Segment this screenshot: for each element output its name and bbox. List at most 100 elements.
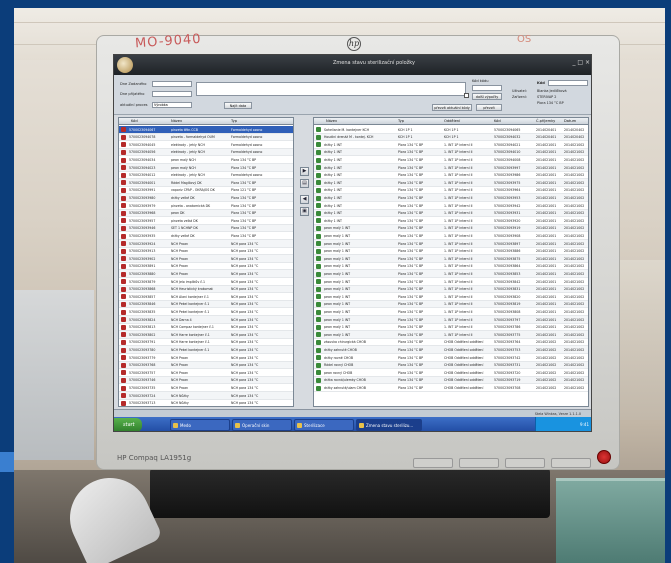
table-row[interactable]: pean malý 1 INT Plora 134 °C BP 1. INT 1P … — [314, 331, 588, 339]
table-row[interactable]: pean malý 1 INT Plora 134 °C BP 1. INT 1P … — [314, 316, 588, 324]
table-row[interactable]: 5700023093880 NCH Proan NCH para 134 °C — [119, 270, 293, 278]
col-r-code[interactable]: Kód — [494, 119, 501, 123]
more-calc-button[interactable]: další výpočty — [472, 93, 502, 100]
receive-button[interactable]: převzít — [476, 104, 502, 111]
table-row[interactable]: Rádel rovný CHOB Plora 134 °C BP CHOB Oddě… — [314, 361, 588, 370]
table-row[interactable]: 5700023094023 pean malý NCH Plora 134 °C B… — [119, 164, 293, 172]
power-button[interactable] — [597, 450, 611, 464]
table-row[interactable]: 5700023094001 Rádel Magillový DK Plora 134… — [119, 179, 293, 187]
monitor-plus-button[interactable] — [505, 458, 545, 468]
process-select[interactable]: Výrobka — [152, 102, 192, 108]
table-row[interactable]: 5700023093713 NCH Nůžky NCH para 134 °C — [119, 400, 293, 406]
window-controls[interactable]: _ □ × — [572, 59, 590, 66]
barcode-input[interactable] — [472, 85, 502, 91]
task-zmena-stavu[interactable]: Zmena stavu sterilizu... — [356, 419, 422, 431]
table-row[interactable]: pean malý 1 INT Plora 134 °C BP 1. INT 1P … — [314, 263, 588, 271]
table-row[interactable]: 5700023093879 NCH Jelo implikův č.1 NCH pa… — [119, 278, 293, 286]
monitor-menu-button[interactable] — [413, 458, 453, 468]
table-row[interactable]: 5700023093946 SET 1 NCHNP DK Plora 134 °C … — [119, 224, 293, 233]
table-row[interactable]: 5700023093902 NCH Proan NCH para 134 °C — [119, 255, 293, 263]
table-row[interactable]: pean rovný CHOB Plora 134 °C BP CHOB Odděl… — [314, 369, 588, 377]
table-row[interactable]: pean malý 1 INT Plora 134 °C BP 1. INT 1P … — [314, 300, 588, 309]
table-row[interactable]: držky 1 INT Plora 134 °C BP 1. INT 1P inte… — [314, 164, 588, 172]
table-row[interactable]: 5700023094045 elektrody - jehly NCH Formal… — [119, 141, 293, 149]
table-row[interactable]: 5700023093979 pinzeta - anatomická DK Plor… — [119, 202, 293, 210]
date-received-input[interactable] — [152, 91, 192, 97]
table-row[interactable]: držky zahnuté/ulam CHOB Plora 134 °C BP CH… — [314, 384, 588, 392]
move-right-button[interactable]: ▶ — [300, 167, 309, 176]
col-r-receipt[interactable]: Č.příjemky — [536, 119, 555, 123]
table-row[interactable]: 5700023093746 NCH Proan NCH para 134 °C — [119, 376, 293, 385]
col-name[interactable]: Název — [171, 119, 182, 123]
task-sterilizace[interactable]: Sterilizace — [294, 419, 354, 431]
monitor-minus-button[interactable] — [459, 458, 499, 468]
col-r-type[interactable]: Typ — [398, 119, 404, 123]
table-row[interactable]: 5700023093813 NCH Compaz kontejner č.1 NCH… — [119, 324, 293, 332]
table-row[interactable]: zásuvka chirurgická CHOB Plora 134 °C BP C… — [314, 339, 588, 347]
table-row[interactable]: pean malý 1 INT Plora 134 °C BP 1. INT 1P … — [314, 240, 588, 248]
table-row[interactable]: 5700023093957 pinzeta velká DK Plora 134 °… — [119, 217, 293, 225]
task-operacni[interactable]: Operační skin — [232, 419, 292, 431]
table-row[interactable]: 5700023093924 NCH Proan NCH para 134 °C — [119, 240, 293, 248]
table-row[interactable]: 5700023093991 vaporiz CPAP - OKRAJOS DK Pl… — [119, 187, 293, 195]
table-row[interactable]: 5700023093980 držky velké DK Plora 134 °C … — [119, 194, 293, 202]
table-row[interactable]: držky 1 INT Plora 134 °C BP 1. INT 1P inte… — [314, 187, 588, 195]
col-r-name[interactable]: Název — [326, 119, 337, 123]
table-row[interactable]: držky 1 INT Plora 134 °C BP 1. INT 1P inte… — [314, 217, 588, 225]
table-row[interactable]: 5700023094034 pean malý NCH Plora 134 °C B… — [119, 156, 293, 164]
table-row[interactable]: pean malý 1 INT Plora 134 °C BP 1. INT 1P … — [314, 278, 588, 286]
table-row[interactable]: 5700023093768 NCH Proan NCH para 134 °C — [119, 361, 293, 370]
col-r-date[interactable]: Datum — [564, 119, 576, 123]
code-input[interactable] — [548, 80, 588, 86]
table-row[interactable]: 5700023094012 elektrody - jehly NCH Formal… — [119, 172, 293, 180]
dispatch-codes-button[interactable]: převzít aktuální kódy — [432, 104, 472, 111]
table-row[interactable]: 5700023093791 NCH Harre kontejner č.1 NCH … — [119, 339, 293, 347]
table-row[interactable]: 5700023093868 NCH Heuristický krokomat NCH… — [119, 285, 293, 294]
table-row[interactable]: pean malý 1 INT Plora 134 °C BP 1. INT 1P … — [314, 232, 588, 240]
table-row[interactable]: držky 1 INT Plora 134 °C BP 1. INT 1P inte… — [314, 209, 588, 218]
table-row[interactable]: 5700023094078 pinzeta - formaldehyd OUM Fo… — [119, 133, 293, 142]
table-row[interactable]: Houdini drenáž M - kontej. KCH KCH 1P 1 KC… — [314, 133, 588, 142]
table-row[interactable]: držky rovné CHOB Plora 134 °C BP CHOB Oddě… — [314, 354, 588, 362]
table-row[interactable]: 5700023093735 NCH Proan NCH para 134 °C — [119, 384, 293, 392]
table-row[interactable]: 5700023093724 NCH Nůžky NCH para 134 °C — [119, 392, 293, 400]
table-row[interactable]: pean malý 1 INT Plora 134 °C BP 1. INT 1P … — [314, 270, 588, 278]
find-data-button[interactable]: Najít data — [224, 102, 252, 109]
clock[interactable]: 9:41 — [580, 422, 589, 427]
table-row[interactable]: držky 1 INT Plora 134 °C BP 1. INT 1P inte… — [314, 172, 588, 180]
table-row[interactable]: pean malý 1 INT Plora 134 °C BP 1. INT 1P … — [314, 224, 588, 233]
table-row[interactable]: 5700023093780 NCH Pekel kontejner č.1 NCH … — [119, 346, 293, 354]
barcode-area[interactable] — [196, 82, 466, 96]
table-row[interactable]: pean malý 1 INT Plora 134 °C BP 1. INT 1P … — [314, 248, 588, 256]
table-row[interactable]: 5700023093824 NCH Darna 4 NCH para 134 °C — [119, 316, 293, 324]
monitor-auto-button[interactable] — [551, 458, 591, 468]
table-row[interactable]: pean malý 1 INT Plora 134 °C BP 1. INT 1P … — [314, 285, 588, 294]
show-checkbox[interactable] — [464, 93, 469, 98]
table-row[interactable]: pean malý 1 INT Plora 134 °C BP 1. INT 1P … — [314, 293, 588, 301]
table-row[interactable]: pean malý 1 INT Plora 134 °C BP 1. INT 1P … — [314, 255, 588, 263]
table-row[interactable]: 5700023093891 NCH Proan NCH para 134 °C — [119, 263, 293, 271]
table-row[interactable]: 5700023093757 NCH Proan NCH para 134 °C — [119, 369, 293, 377]
table-row[interactable]: držka rovná/ulemky CHOB Plora 134 °C BP CH… — [314, 376, 588, 385]
table-row[interactable]: držky zahnuté CHOB Plora 134 °C BP CHOB Od… — [314, 346, 588, 354]
table-row[interactable]: 5700023094067 pinzeta tětn.CCB Formaldehyd… — [119, 126, 293, 134]
table-row[interactable]: držky 1 INT Plora 134 °C BP 1. INT 1P inte… — [314, 194, 588, 202]
print-button[interactable]: ▣ — [300, 207, 309, 216]
task-medo[interactable]: Medo — [170, 419, 230, 431]
table-row[interactable]: 5700023093835 NCH Pekel kontejner č.1 NCH … — [119, 308, 293, 316]
move-left-button[interactable]: ◀ — [300, 195, 309, 204]
move-all-button[interactable]: ▤ — [300, 179, 309, 188]
table-row[interactable]: Sahelianie M. kontejner KCH KCH 1P 1 KCH 1… — [314, 126, 588, 134]
col-code[interactable]: Kód — [131, 119, 138, 123]
table-row[interactable]: 5700023093913 NCH Proan NCH para 134 °C — [119, 248, 293, 256]
table-row[interactable]: 5700023093846 NCH Pekel kontejner č.1 NCH … — [119, 300, 293, 309]
table-row[interactable]: 5700023093779 NCH Proan NCH para 134 °C — [119, 354, 293, 362]
table-row[interactable]: držky 1 INT Plora 134 °C BP 1. INT 1P inte… — [314, 148, 588, 157]
table-row[interactable]: 5700023093802 NCH Harre kontejner č.1 NCH … — [119, 331, 293, 339]
date-issued-input[interactable] — [152, 81, 192, 87]
col-type[interactable]: Typ — [231, 119, 237, 123]
table-row[interactable]: držky 1 INT Plora 134 °C BP 1. INT 1P inte… — [314, 141, 588, 149]
start-button[interactable]: start — [114, 418, 142, 431]
table-row[interactable]: pean malý 1 INT Plora 134 °C BP 1. INT 1P … — [314, 308, 588, 316]
table-row[interactable]: 5700023094056 elektrody - jehly NCH Formal… — [119, 148, 293, 157]
